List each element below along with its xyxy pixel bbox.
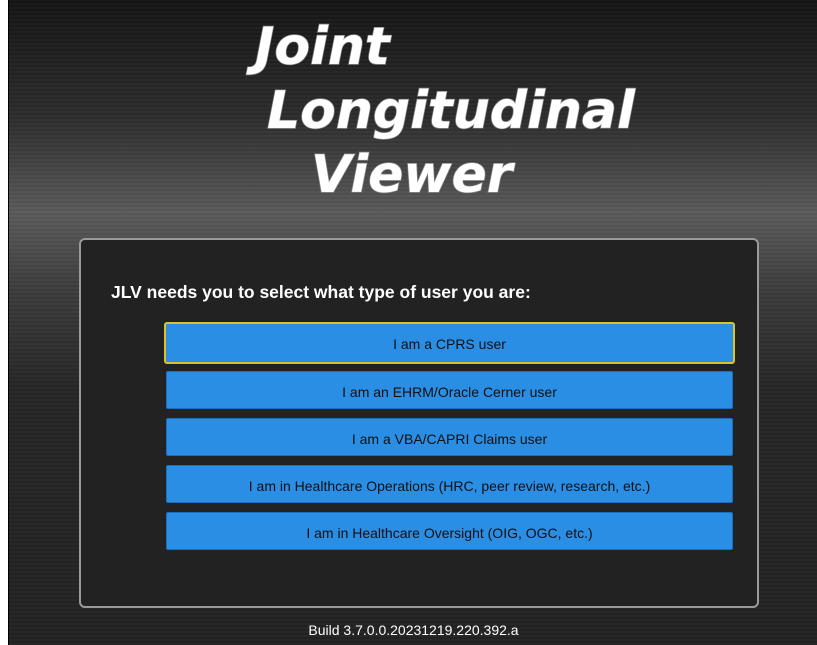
healthcare-operations-button[interactable]: I am in Healthcare Operations (HRC, peer… (166, 465, 733, 503)
logo-line-joint: Joint (246, 17, 392, 77)
vba-capri-claims-user-button[interactable]: I am a VBA/CAPRI Claims user (166, 418, 733, 456)
cprs-user-button[interactable]: I am a CPRS user (164, 322, 735, 364)
user-type-panel: JLV needs you to select what type of use… (79, 238, 759, 608)
ehrm-cerner-user-button[interactable]: I am an EHRM/Oracle Cerner user (166, 371, 733, 409)
app-frame: Joint Longitudinal Viewer JLV needs you … (8, 0, 817, 645)
build-version: Build 3.7.0.0.20231219.220.392.a (308, 622, 519, 638)
user-type-options: I am a CPRS user I am an EHRM/Oracle Cer… (164, 322, 735, 559)
healthcare-oversight-button[interactable]: I am in Healthcare Oversight (OIG, OGC, … (166, 512, 733, 550)
jlv-logo: Joint Longitudinal Viewer (9, 0, 817, 215)
logo-line-viewer: Viewer (311, 145, 516, 205)
user-type-prompt: JLV needs you to select what type of use… (111, 282, 531, 302)
logo-line-longitudinal: Longitudinal (267, 81, 636, 141)
